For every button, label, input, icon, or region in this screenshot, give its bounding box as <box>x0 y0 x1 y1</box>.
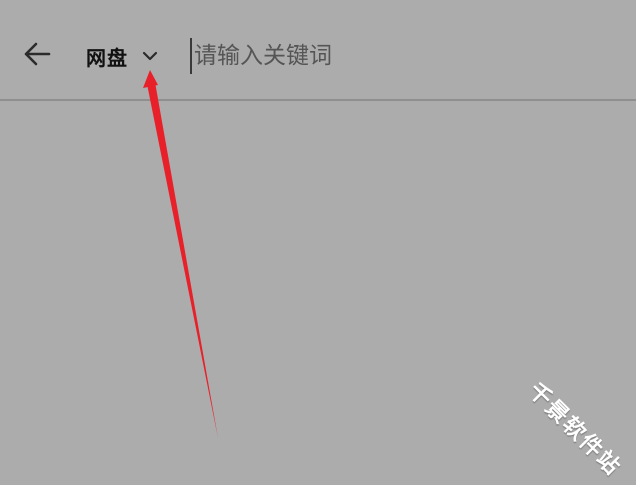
search-results-area <box>0 101 636 485</box>
back-arrow-icon <box>24 42 51 66</box>
search-scope-label: 网盘 <box>86 45 128 70</box>
search-scope-dropdown[interactable]: 网盘 <box>86 38 158 74</box>
search-header: 网盘 <box>0 0 636 100</box>
back-button[interactable] <box>18 34 56 74</box>
search-input[interactable] <box>190 38 614 74</box>
chevron-down-icon <box>142 51 158 61</box>
